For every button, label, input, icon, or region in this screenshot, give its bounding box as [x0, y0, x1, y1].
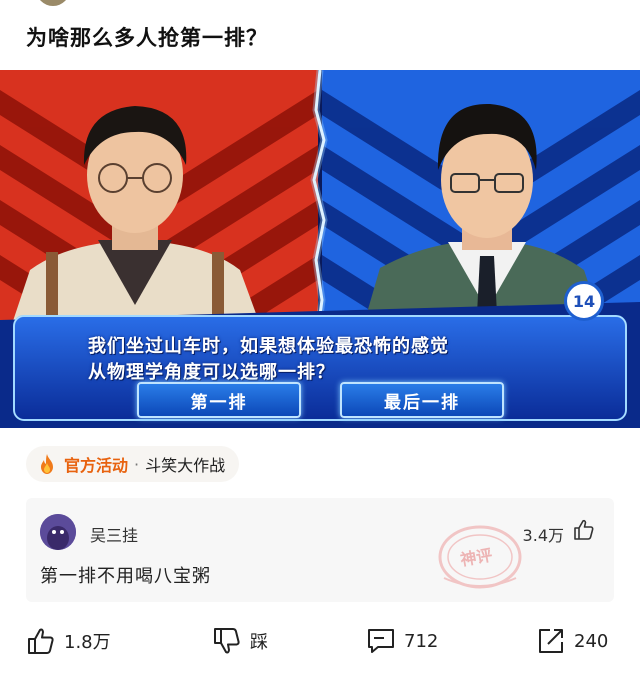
- activity-name: 斗笑大作战: [145, 456, 226, 475]
- activity-tag[interactable]: 官方活动 · 斗笑大作战: [26, 446, 240, 482]
- thumbs-down-icon: [214, 628, 240, 654]
- post-title: 为啥那么多人抢第一排？: [26, 26, 268, 50]
- thumbs-up-icon[interactable]: [572, 518, 596, 542]
- commenter-avatar[interactable]: [40, 514, 76, 550]
- question-number-badge: 14: [564, 281, 604, 321]
- dislike-label: 踩: [250, 632, 268, 653]
- share-button[interactable]: 240: [536, 618, 608, 664]
- thumbs-up-icon: [28, 628, 54, 654]
- comment-button[interactable]: 712: [366, 618, 438, 664]
- activity-label: 官方活动: [64, 456, 129, 475]
- quiz-option-first-row: 第一排: [137, 382, 301, 418]
- quiz-question-line2: 从物理学角度可以选哪一排？: [88, 362, 335, 383]
- quiz-option-last-row: 最后一排: [340, 382, 504, 418]
- author-avatar[interactable]: [36, 0, 70, 6]
- quiz-question-line1: 我们坐过山车时，如果想体验最恐怖的感觉: [88, 336, 449, 357]
- commenter-name[interactable]: 吴三挂: [90, 522, 138, 546]
- comment-like-count: 3.4万: [522, 526, 564, 545]
- like-count: 1.8万: [64, 632, 111, 653]
- post-image[interactable]: 我们坐过山车时，如果想体验最恐怖的感觉 从物理学角度可以选哪一排？ 第一排 最后…: [0, 70, 640, 428]
- share-icon: [539, 629, 563, 653]
- comment-count: 712: [404, 630, 439, 652]
- comment-text: 第一排不用喝八宝粥: [40, 566, 211, 587]
- dislike-button[interactable]: 踩: [212, 618, 268, 664]
- top-comment[interactable]: 吴三挂 神评 3.4万 第一排不用喝八宝粥: [26, 498, 614, 602]
- action-bar: 1.8万 踩 712 240: [0, 618, 640, 664]
- fire-icon: [41, 454, 53, 474]
- like-button[interactable]: 1.8万: [26, 618, 111, 664]
- share-count: 240: [574, 630, 609, 652]
- comment-icon: [368, 629, 394, 653]
- activity-separator: ·: [134, 454, 140, 474]
